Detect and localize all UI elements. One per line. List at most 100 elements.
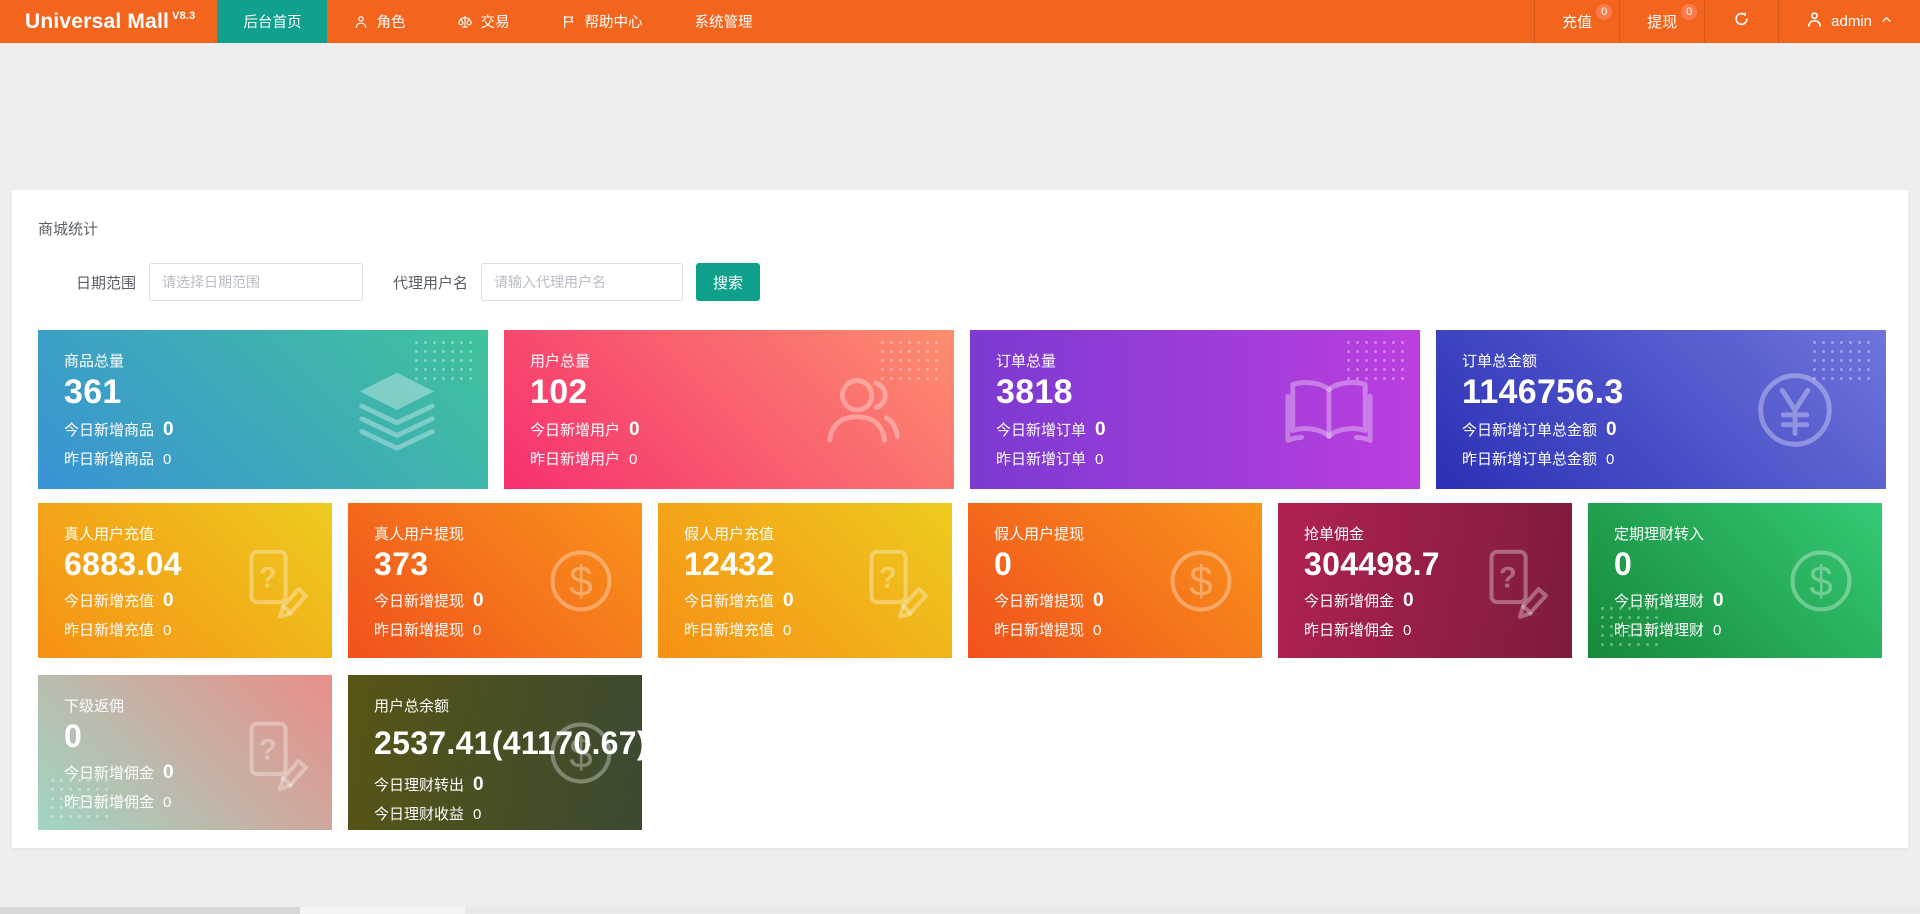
- stat-card-value: 0: [64, 718, 332, 755]
- stat-card-grab-commission: 抢单佣金 304498.7 今日新增佣金 0 昨日新增佣金 0 ?: [1278, 503, 1572, 658]
- stat-today-value: 0: [163, 590, 174, 612]
- stat-yesterday-label: 昨日新增理财: [1614, 619, 1704, 640]
- stat-card-goods-total: 商品总量 361 今日新增商品 0 昨日新增商品 0: [38, 330, 488, 489]
- withdraw-button[interactable]: 提现 0: [1619, 0, 1704, 43]
- nav-item-label: 交易: [480, 11, 509, 32]
- nav-item-trade[interactable]: 交易: [431, 0, 535, 43]
- stat-yesterday-label: 昨日新增商品: [64, 448, 154, 469]
- date-range-input[interactable]: [149, 263, 363, 301]
- user-name: admin: [1831, 13, 1872, 30]
- stat-today-value: 0: [163, 762, 174, 784]
- horizontal-scrollbar[interactable]: [0, 907, 1920, 914]
- stat-today-label: 今日新增用户: [530, 419, 620, 440]
- stat-card-value: 6883.04: [64, 546, 332, 583]
- stat-today-value: 0: [473, 590, 484, 612]
- filter-bar: 日期范围 代理用户名 搜索: [76, 263, 1882, 301]
- scrollbar-thumb[interactable]: [0, 907, 300, 914]
- panel-title: 商城统计: [38, 218, 1882, 239]
- recharge-label: 充值: [1562, 11, 1592, 32]
- stat-card-value: 3818: [996, 373, 1420, 412]
- nav-item-roles[interactable]: 角色: [327, 0, 431, 43]
- stat-today-label: 今日新增订单总金额: [1462, 419, 1597, 440]
- stat-card-orders-total: 订单总量 3818 今日新增订单 0 昨日新增订单 0: [970, 330, 1420, 489]
- stat-card-value: 304498.7: [1304, 546, 1572, 583]
- scrollbar-gap: [300, 907, 465, 914]
- stat-card-value: 361: [64, 373, 488, 412]
- stat-card-title: 定期理财转入: [1614, 523, 1882, 544]
- flag-icon: [561, 14, 577, 30]
- stat-today-label: 今日新增商品: [64, 419, 154, 440]
- page-content: 商城统计 日期范围 代理用户名 搜索 商品总量 361 今日新增商品 0 昨日新…: [0, 190, 1920, 848]
- stat-today-label: 今日新增佣金: [64, 762, 154, 783]
- stat-today-label: 今日新增提现: [994, 590, 1084, 611]
- stat-cards-row-3: 下级返佣 0 今日新增佣金 0 昨日新增佣金 0 ? 用户总余额 2537.41…: [38, 675, 1882, 830]
- stat-card-title: 下级返佣: [64, 695, 332, 716]
- stat-yesterday-value: 0: [1403, 622, 1411, 639]
- withdraw-label: 提现: [1647, 11, 1677, 32]
- nav-item-system[interactable]: 系统管理: [668, 0, 778, 43]
- header-actions: 充值 0 提现 0 admin: [1534, 0, 1920, 43]
- stat-today-value: 0: [163, 419, 174, 441]
- stat-today-value: 0: [783, 590, 794, 612]
- stat-today-value: 0: [473, 774, 484, 796]
- stat-yesterday-value: 0: [163, 622, 171, 639]
- count-badge: 0: [1596, 4, 1612, 20]
- user-menu[interactable]: admin: [1778, 0, 1920, 43]
- nav-item-label: 角色: [376, 11, 405, 32]
- stats-panel: 商城统计 日期范围 代理用户名 搜索 商品总量 361 今日新增商品 0 昨日新…: [12, 190, 1908, 848]
- stat-yesterday-label: 昨日新增充值: [684, 619, 774, 640]
- stat-yesterday-value: 0: [473, 806, 481, 823]
- stat-card-finance-in: 定期理财转入 0 今日新增理财 0 昨日新增理财 0 $: [1588, 503, 1882, 658]
- stat-yesterday-value: 0: [1713, 622, 1721, 639]
- nav-item-label: 系统管理: [694, 11, 752, 32]
- stat-yesterday-label: 昨日新增充值: [64, 619, 154, 640]
- stat-card-fake-recharge: 假人用户充值 12432 今日新增充值 0 昨日新增充值 0 ?: [658, 503, 952, 658]
- stat-yesterday-label: 昨日新增佣金: [1304, 619, 1394, 640]
- stat-card-title: 用户总量: [530, 350, 954, 371]
- stat-yesterday-label: 昨日新增提现: [374, 619, 464, 640]
- stat-card-value: 12432: [684, 546, 952, 583]
- nav-item-label: 后台首页: [243, 11, 301, 32]
- stat-card-value: 0: [994, 546, 1262, 583]
- stat-card-fake-withdraw: 假人用户提现 0 今日新增提现 0 昨日新增提现 0 $: [968, 503, 1262, 658]
- refresh-button[interactable]: [1704, 0, 1778, 43]
- stat-card-title: 真人用户提现: [374, 523, 642, 544]
- stat-yesterday-value: 0: [629, 451, 637, 468]
- stat-today-label: 今日新增理财: [1614, 590, 1704, 611]
- stat-cards-row-2: 真人用户充值 6883.04 今日新增充值 0 昨日新增充值 0 ? 真人用户提…: [38, 503, 1882, 658]
- brand-version: V8.3: [172, 10, 195, 22]
- stat-yesterday-value: 0: [783, 622, 791, 639]
- stat-card-title: 用户总余额: [374, 695, 642, 716]
- stat-yesterday-label: 昨日新增佣金: [64, 791, 154, 812]
- nav-item-help[interactable]: 帮助中心: [535, 0, 668, 43]
- stat-today-label: 今日理财转出: [374, 774, 464, 795]
- stat-yesterday-label: 昨日新增提现: [994, 619, 1084, 640]
- stat-card-title: 假人用户提现: [994, 523, 1262, 544]
- brand-logo[interactable]: Universal Mall V8.3: [0, 0, 217, 43]
- stat-today-label: 今日新增充值: [684, 590, 774, 611]
- user-icon: [353, 14, 369, 30]
- top-header: Universal Mall V8.3 后台首页 角色 交易 帮助中心 系统管理…: [0, 0, 1920, 43]
- nav-item-home[interactable]: 后台首页: [217, 0, 327, 43]
- stat-yesterday-label: 今日理财收益: [374, 803, 464, 824]
- stat-today-value: 0: [1606, 419, 1617, 441]
- stat-card-real-withdraw: 真人用户提现 373 今日新增提现 0 昨日新增提现 0 $: [348, 503, 642, 658]
- search-button[interactable]: 搜索: [696, 263, 760, 301]
- stat-card-title: 订单总金额: [1462, 350, 1886, 371]
- stat-yesterday-label: 昨日新增订单: [996, 448, 1086, 469]
- stat-card-value: 102: [530, 373, 954, 412]
- stat-today-value: 0: [1713, 590, 1724, 612]
- stat-yesterday-value: 0: [1095, 451, 1103, 468]
- stat-today-label: 今日新增充值: [64, 590, 154, 611]
- stat-card-value: 373: [374, 546, 642, 583]
- recharge-button[interactable]: 充值 0: [1534, 0, 1619, 43]
- stat-yesterday-label: 昨日新增订单总金额: [1462, 448, 1597, 469]
- brand-name: Universal Mall: [25, 10, 169, 34]
- user-icon: [1805, 10, 1824, 33]
- stat-card-orders-amount: 订单总金额 1146756.3 今日新增订单总金额 0 昨日新增订单总金额 0: [1436, 330, 1886, 489]
- agent-name-input[interactable]: [481, 263, 683, 301]
- stat-yesterday-value: 0: [1606, 451, 1614, 468]
- stat-card-user-balance: 用户总余额 2537.41(41170.67) 今日理财转出 0 今日理财收益 …: [348, 675, 642, 830]
- stat-card-real-recharge: 真人用户充值 6883.04 今日新增充值 0 昨日新增充值 0 ?: [38, 503, 332, 658]
- count-badge: 0: [1681, 4, 1697, 20]
